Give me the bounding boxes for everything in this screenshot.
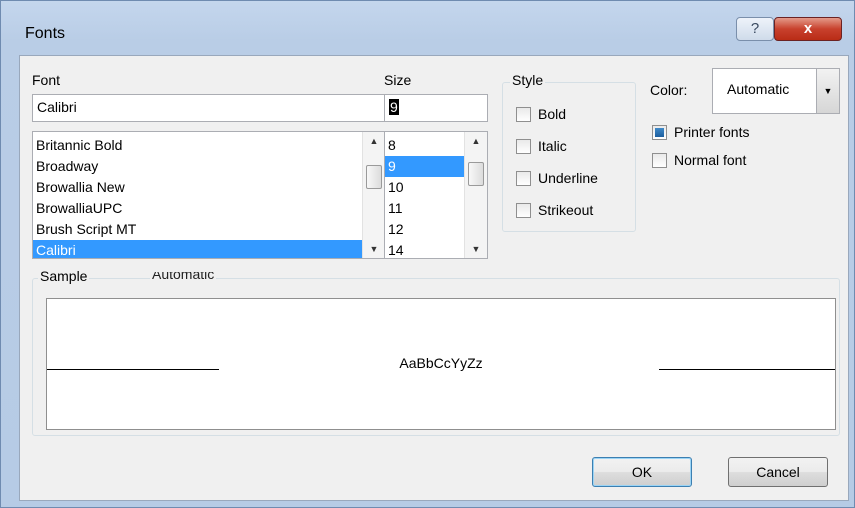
sample-preview-text: AaBbCcYyZz — [399, 355, 483, 371]
window-title: Fonts — [25, 25, 66, 42]
scroll-down-arrow-icon[interactable]: ▼ — [465, 240, 487, 258]
sample-label: Sample — [38, 268, 90, 284]
size-input[interactable]: 9 — [384, 94, 488, 122]
printer-fonts-checkbox[interactable]: Printer fonts — [652, 124, 749, 140]
font-list-item[interactable]: Browallia New — [33, 177, 385, 198]
scroll-up-arrow-icon[interactable]: ▲ — [363, 132, 385, 150]
strikeout-label: Strikeout — [538, 202, 594, 218]
fonts-dialog: Fonts ? x Font Calibri Britannic Bold Br… — [0, 0, 855, 508]
ok-button[interactable]: OK — [592, 457, 692, 487]
font-list-item[interactable]: Broadway — [33, 156, 385, 177]
color-label: Color: — [650, 82, 688, 98]
size-label: Size — [384, 72, 412, 88]
underline-label: Underline — [538, 170, 598, 186]
chevron-down-icon[interactable]: ▼ — [816, 69, 839, 113]
underline-checkbox-box[interactable] — [516, 170, 531, 186]
font-list-item-selected[interactable]: Calibri — [33, 240, 363, 258]
bold-checkbox[interactable]: Bold — [516, 106, 566, 122]
cancel-button[interactable]: Cancel — [728, 457, 828, 487]
scroll-down-arrow-icon[interactable]: ▼ — [363, 240, 385, 258]
close-button[interactable]: x — [774, 17, 842, 41]
title-bar[interactable]: Fonts ? x — [1, 1, 855, 49]
font-list-item[interactable]: Britannic Bold — [33, 135, 385, 156]
font-list[interactable]: Britannic Bold Broadway Browallia New Br… — [32, 131, 386, 259]
size-list-item-selected[interactable]: 9 — [385, 156, 465, 177]
normal-font-checkbox-box[interactable] — [652, 152, 667, 168]
size-input-value: 9 — [389, 99, 399, 115]
italic-label: Italic — [538, 138, 567, 154]
style-label: Style — [510, 72, 546, 88]
strikeout-checkbox[interactable]: Strikeout — [516, 202, 593, 218]
bold-checkbox-box[interactable] — [516, 106, 531, 122]
underline-checkbox[interactable]: Underline — [516, 170, 598, 186]
size-list[interactable]: 8 9 10 11 12 14 ▲ ▼ — [384, 131, 488, 259]
normal-font-label: Normal font — [674, 152, 747, 168]
color-dropdown[interactable]: Automatic ▼ — [712, 68, 840, 114]
printer-fonts-checkbox-box[interactable] — [652, 124, 667, 140]
scroll-up-arrow-icon[interactable]: ▲ — [465, 132, 487, 150]
font-list-item[interactable]: BrowalliaUPC — [33, 198, 385, 219]
font-label-text: Font — [32, 72, 61, 88]
help-button[interactable]: ? — [736, 17, 774, 41]
size-list-scrollbar[interactable]: ▲ ▼ — [464, 132, 487, 258]
bold-label: Bold — [538, 106, 567, 122]
font-list-item[interactable]: Brush Script MT — [33, 219, 385, 240]
close-icon: x — [803, 20, 813, 37]
printer-fonts-label: Printer fonts — [674, 124, 750, 140]
font-name-input[interactable]: Calibri — [32, 94, 386, 122]
italic-checkbox[interactable]: Italic — [516, 138, 567, 154]
strikeout-checkbox-box[interactable] — [516, 202, 531, 218]
help-icon: ? — [750, 20, 760, 37]
dialog-client-area: Font Calibri Britannic Bold Broadway Bro… — [19, 55, 849, 501]
sample-preview-box: AaBbCcYyZz — [46, 298, 836, 430]
normal-font-checkbox[interactable]: Normal font — [652, 152, 746, 168]
color-dropdown-value: Automatic — [727, 81, 790, 97]
font-label: Font — [32, 72, 60, 88]
sample-overlap-text: Automatic — [150, 272, 217, 284]
italic-checkbox-box[interactable] — [516, 138, 531, 154]
font-list-scrollbar[interactable]: ▲ ▼ — [362, 132, 385, 258]
scroll-thumb[interactable] — [366, 165, 382, 189]
scroll-thumb[interactable] — [468, 162, 484, 186]
